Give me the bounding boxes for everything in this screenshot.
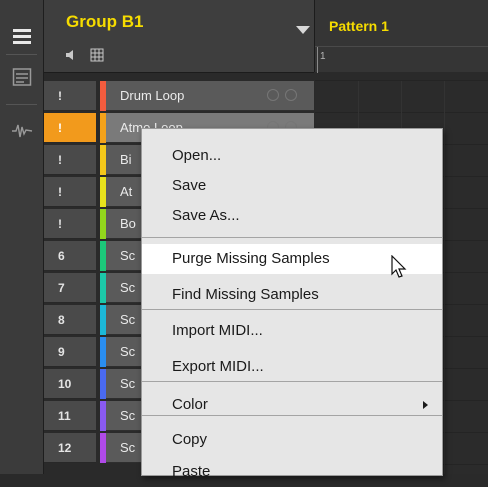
menu-item-label: Save: [172, 177, 207, 194]
menu-item-label: Save As...: [172, 207, 240, 224]
group-header: Group B1: [44, 0, 314, 73]
ruler-tick: [317, 47, 318, 73]
mouse-cursor-icon: [391, 254, 411, 286]
menu-item-label: Copy: [172, 431, 208, 448]
menu-item-label: Paste: [172, 463, 211, 480]
menu-item-label: Color: [172, 396, 208, 413]
sound-slot-number: 7: [44, 273, 96, 303]
sound-slot-number: 10: [44, 369, 96, 399]
mixer-view-icon[interactable]: [8, 64, 36, 90]
timeline-ruler[interactable]: 1: [315, 46, 488, 73]
sound-slot-number: 9: [44, 337, 96, 367]
menu-item-color[interactable]: Color: [142, 390, 442, 420]
sound-slot-number: 6: [44, 241, 96, 271]
menu-item-open[interactable]: Open...: [142, 141, 442, 171]
sound-knob-icon[interactable]: [267, 89, 279, 101]
context-menu: Open... Save Save As... Purge Missing Sampl…: [141, 128, 443, 480]
menu-item-label: Export MIDI...: [172, 358, 264, 375]
menu-item-save-as[interactable]: Save As...: [142, 201, 442, 231]
group-title[interactable]: Group B1: [66, 12, 143, 32]
menu-item-save[interactable]: Save: [142, 171, 442, 201]
sound-slot-number: 12: [44, 433, 96, 463]
strip-divider: [6, 104, 37, 105]
left-toolbar: [0, 0, 44, 474]
sound-slot-number: !: [44, 177, 96, 207]
menu-separator: [142, 237, 442, 238]
submenu-arrow-icon: [423, 401, 428, 409]
strip-divider: [6, 54, 37, 55]
sound-slot-name[interactable]: Drum Loop: [106, 81, 314, 111]
ruler-bar-number: 1: [320, 51, 326, 62]
sound-slot-number: 11: [44, 401, 96, 431]
speaker-icon[interactable]: [64, 48, 78, 67]
sound-slot-number: 8: [44, 305, 96, 335]
menu-item-label: Import MIDI...: [172, 322, 263, 339]
sound-slot-number: !: [44, 81, 96, 111]
menu-item-paste[interactable]: Paste: [142, 457, 442, 487]
sound-slot-row[interactable]: ! Drum Loop: [44, 81, 314, 111]
menu-item-label: Purge Missing Samples: [172, 250, 330, 267]
menu-item-label: Find Missing Samples: [172, 286, 319, 303]
chevron-down-icon[interactable]: [296, 26, 310, 34]
grid-beat-line: [444, 81, 445, 474]
waveform-icon[interactable]: [8, 118, 36, 144]
pattern-title[interactable]: Pattern 1: [329, 18, 389, 34]
sound-slot-number: !: [44, 113, 96, 143]
menu-item-import-midi[interactable]: Import MIDI...: [142, 316, 442, 346]
sound-slot-number: !: [44, 209, 96, 239]
list-view-icon[interactable]: [8, 24, 36, 50]
grid-icon[interactable]: [90, 48, 104, 67]
sound-slot-number: !: [44, 145, 96, 175]
pattern-header: Pattern 1 1: [314, 0, 488, 73]
menu-item-label: Open...: [172, 147, 222, 164]
menu-item-export-midi[interactable]: Export MIDI...: [142, 352, 442, 382]
menu-item-copy[interactable]: Copy: [142, 425, 442, 455]
sound-power-icon[interactable]: [285, 89, 297, 101]
